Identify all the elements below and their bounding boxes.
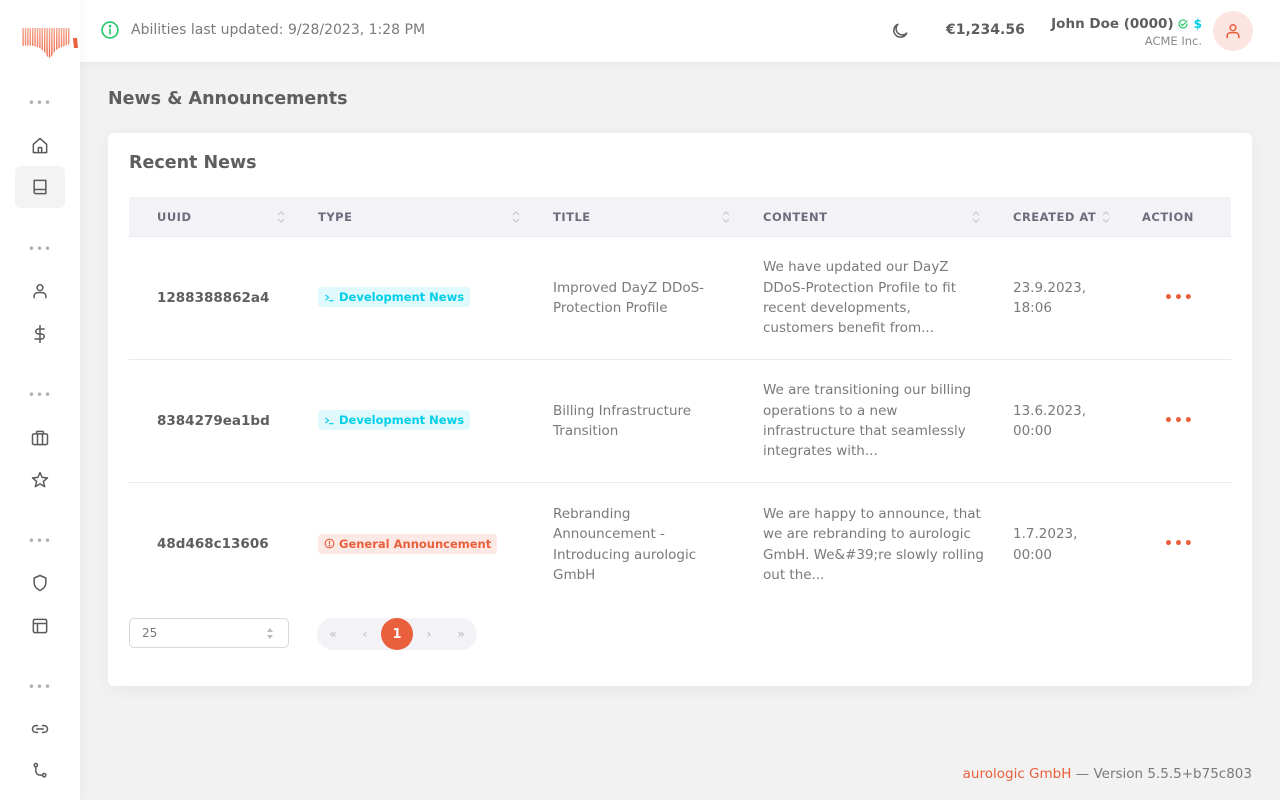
cell-title: Rebranding Announcement - Introducing au… bbox=[553, 505, 697, 583]
column-header-uuid[interactable]: UUID bbox=[129, 197, 290, 237]
brand-logo[interactable] bbox=[20, 22, 80, 60]
cell-action: ••• bbox=[1114, 288, 1231, 308]
page-title: News & Announcements bbox=[108, 89, 348, 109]
sort-icon bbox=[722, 210, 730, 223]
cell-title: Improved DayZ DDoS-Protection Profile bbox=[553, 279, 705, 316]
more-actions-icon[interactable]: ••• bbox=[1142, 536, 1194, 552]
terminal-icon bbox=[325, 417, 334, 424]
column-header-created-at[interactable]: CREATED AT bbox=[985, 197, 1114, 237]
alert-circle-icon bbox=[324, 538, 335, 549]
cell-action: ••• bbox=[1114, 411, 1231, 431]
per-page-select[interactable]: 25 bbox=[129, 618, 289, 648]
verified-check-icon bbox=[1178, 19, 1188, 29]
moon-icon[interactable] bbox=[890, 21, 910, 41]
footer-version: — Version 5.5.5+b75c803 bbox=[1071, 766, 1252, 782]
sidebar-item-services[interactable] bbox=[15, 417, 65, 459]
account-balance: €1,234.56 bbox=[946, 22, 1025, 38]
briefcase-icon bbox=[31, 430, 49, 446]
cell-title: Billing Infrastructure Transition bbox=[553, 402, 692, 439]
nav-section-dots: ••• bbox=[27, 242, 53, 256]
footer-brand-link[interactable]: aurologic GmbH bbox=[963, 766, 1072, 782]
select-updown-icon bbox=[267, 628, 273, 639]
user-name-row: John Doe (0000) $ bbox=[1051, 16, 1202, 32]
sidebar-item-news[interactable] bbox=[15, 166, 65, 208]
sidebar-item-layout[interactable] bbox=[15, 605, 65, 647]
column-header-action: ACTION bbox=[1142, 209, 1194, 224]
recent-news-card: Recent News UUID TYPE TITLE CONTENT CREA… bbox=[108, 133, 1252, 686]
user-menu[interactable]: John Doe (0000) $ ACME Inc. bbox=[1051, 16, 1202, 48]
cell-created-at: 13.6.2023, 00:00 bbox=[1013, 402, 1086, 439]
table-header: UUID TYPE TITLE CONTENT CREATED AT ACTIO… bbox=[129, 197, 1231, 237]
layout-icon bbox=[32, 618, 48, 634]
cell-uuid: 48d468c13606 bbox=[157, 536, 269, 553]
nav-section-dots: ••• bbox=[27, 388, 53, 402]
star-icon bbox=[31, 471, 49, 488]
shield-icon bbox=[33, 574, 47, 592]
cell-type: Development News bbox=[290, 410, 525, 432]
prev-page-button[interactable]: ‹ bbox=[349, 618, 381, 650]
cell-uuid: 8384279ea1bd bbox=[157, 412, 270, 429]
sidebar-item-favorites[interactable] bbox=[15, 459, 65, 501]
more-actions-icon[interactable]: ••• bbox=[1142, 413, 1194, 429]
cell-created-at: 1.7.2023, 00:00 bbox=[1013, 526, 1078, 563]
footer: aurologic GmbH — Version 5.5.5+b75c803 bbox=[963, 766, 1252, 782]
sidebar-item-account[interactable] bbox=[15, 270, 65, 312]
type-badge: General Announcement bbox=[318, 533, 498, 554]
user-name: John Doe (0000) bbox=[1051, 16, 1174, 32]
nav-section-dots: ••• bbox=[27, 534, 53, 548]
page-button-current[interactable]: 1 bbox=[381, 618, 413, 650]
pagination: « ‹ 1 › » bbox=[317, 618, 477, 650]
next-page-button[interactable]: › bbox=[413, 618, 445, 650]
sort-icon bbox=[1102, 210, 1110, 223]
nav-section-dots: ••• bbox=[27, 680, 53, 694]
per-page-value: 25 bbox=[142, 626, 158, 640]
column-header-type[interactable]: TYPE bbox=[290, 197, 525, 237]
link-icon bbox=[31, 724, 49, 734]
sidebar: ••• ••• ••• ••• ••• bbox=[0, 0, 80, 800]
git-branch-icon bbox=[33, 762, 47, 778]
sidebar-item-security[interactable] bbox=[15, 562, 65, 604]
user-avatar-icon bbox=[1226, 24, 1240, 39]
sidebar-item-git[interactable] bbox=[15, 750, 65, 792]
more-actions-icon[interactable]: ••• bbox=[1142, 290, 1194, 306]
book-icon bbox=[33, 179, 47, 195]
sidebar-item-links[interactable] bbox=[15, 708, 65, 750]
sidebar-item-home[interactable] bbox=[15, 125, 65, 167]
billing-badge-icon: $ bbox=[1193, 17, 1202, 31]
sort-icon bbox=[277, 210, 285, 223]
top-header: Abilities last updated: 9/28/2023, 1:28 … bbox=[80, 0, 1280, 62]
cell-created-at: 23.9.2023, 18:06 bbox=[1013, 279, 1086, 316]
info-icon bbox=[101, 21, 119, 39]
last-page-button[interactable]: » bbox=[445, 618, 477, 650]
cell-type: General Announcement bbox=[290, 533, 525, 556]
column-header-content[interactable]: CONTENT bbox=[735, 197, 985, 237]
terminal-icon bbox=[325, 294, 334, 301]
type-badge: Development News bbox=[318, 410, 471, 431]
cell-content: We are transitioning our billing operati… bbox=[763, 382, 972, 460]
abilities-status: Abilities last updated: 9/28/2023, 1:28 … bbox=[100, 20, 425, 40]
sidebar-item-billing[interactable] bbox=[15, 313, 65, 355]
cell-type: Development News bbox=[290, 287, 525, 309]
table-row[interactable]: 1288388862a4 Development News Improved D… bbox=[129, 237, 1231, 360]
nav-section-dots: ••• bbox=[27, 96, 53, 110]
cell-uuid: 1288388862a4 bbox=[157, 289, 270, 306]
type-badge: Development News bbox=[318, 287, 471, 308]
first-page-button[interactable]: « bbox=[317, 618, 349, 650]
cell-content: We are happy to announce, that we are re… bbox=[763, 505, 984, 583]
card-title: Recent News bbox=[129, 153, 257, 173]
user-company: ACME Inc. bbox=[1144, 34, 1202, 48]
abilities-text: Abilities last updated: 9/28/2023, 1:28 … bbox=[131, 22, 426, 38]
avatar[interactable] bbox=[1213, 11, 1253, 51]
sort-icon bbox=[512, 210, 520, 223]
cell-action: ••• bbox=[1114, 534, 1231, 554]
cell-content: We have updated our DayZ DDoS-Protection… bbox=[763, 259, 956, 337]
user-icon bbox=[33, 284, 47, 299]
news-table: UUID TYPE TITLE CONTENT CREATED AT ACTIO… bbox=[129, 197, 1231, 606]
table-row[interactable]: 48d468c13606 General Announcement Rebran… bbox=[129, 483, 1231, 606]
dollar-icon bbox=[34, 324, 45, 344]
home-icon bbox=[32, 137, 48, 154]
table-row[interactable]: 8384279ea1bd Development News Billing In… bbox=[129, 360, 1231, 483]
sort-icon bbox=[972, 210, 980, 223]
column-header-title[interactable]: TITLE bbox=[525, 197, 735, 237]
